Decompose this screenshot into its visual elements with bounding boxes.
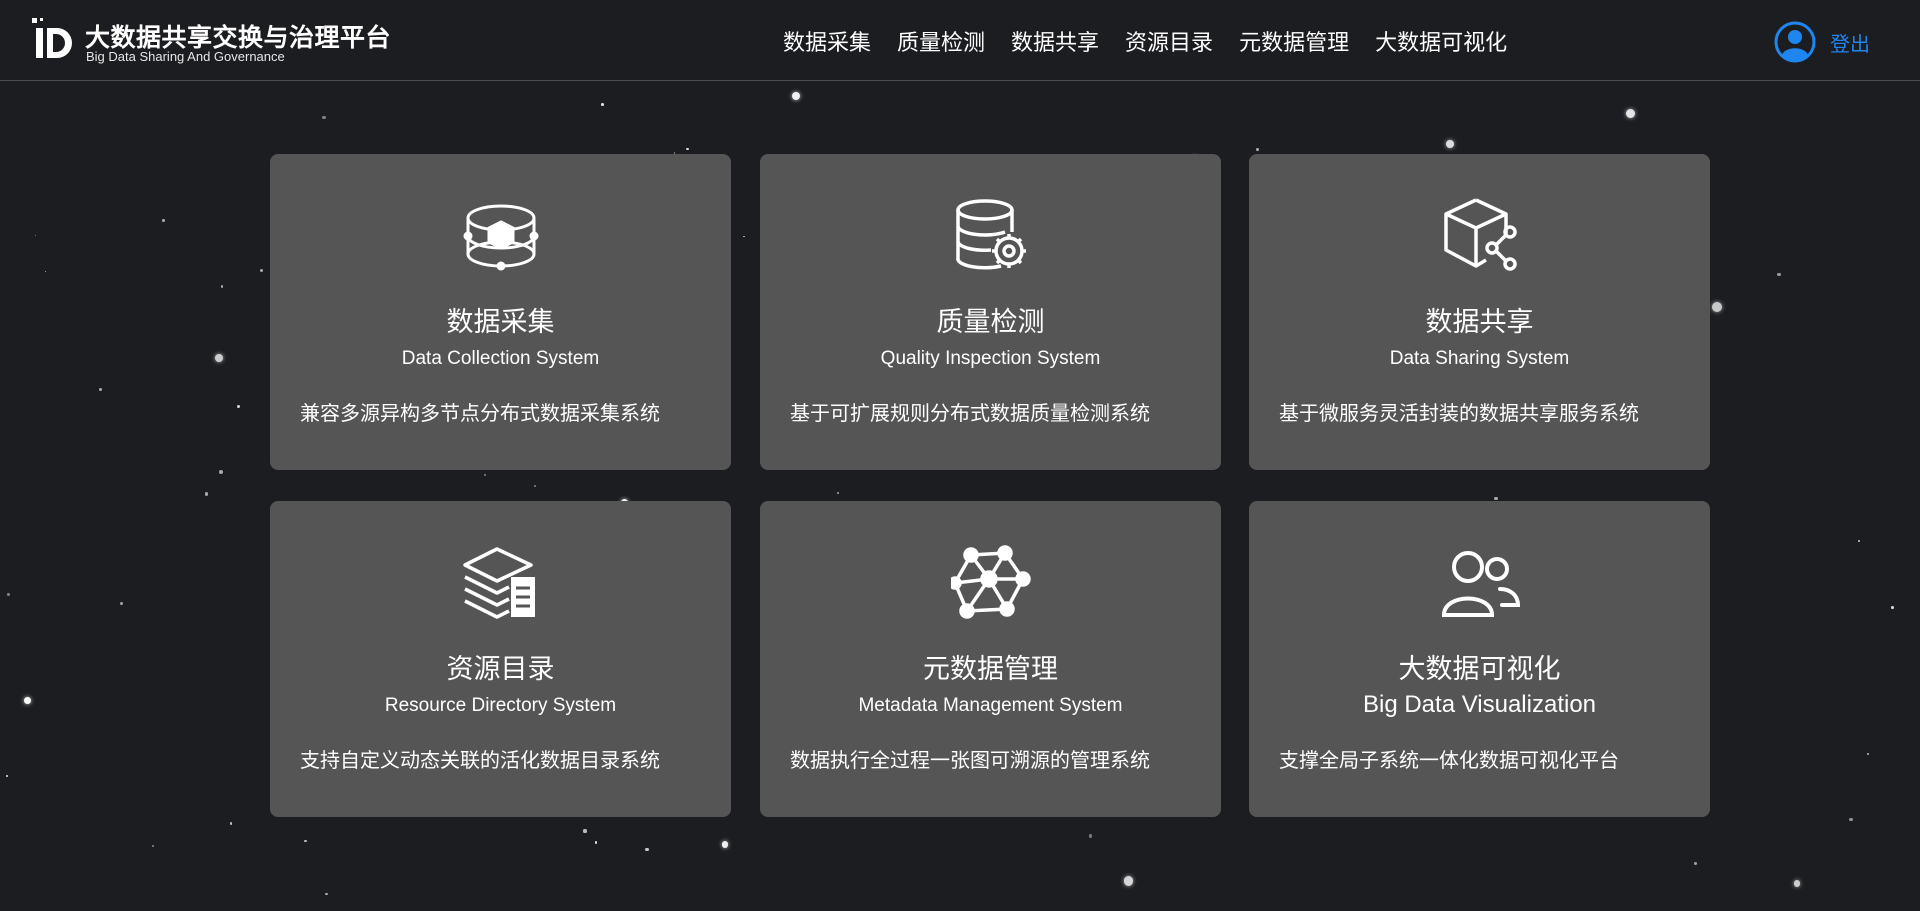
header: 大数据共享交换与治理平台 Big Data Sharing And Govern…: [0, 0, 1920, 81]
star: [325, 893, 328, 896]
star: [24, 697, 31, 704]
network-graph-icon: [950, 545, 1031, 619]
star: [645, 847, 649, 852]
star: [1857, 540, 1860, 542]
star: [120, 601, 124, 606]
card-quality-inspection[interactable]: 质量检测 Quality Inspection System 基于可扩展规则分布…: [760, 154, 1221, 470]
star: [686, 148, 689, 151]
card-description: 基于微服务灵活封装的数据共享服务系统: [1279, 401, 1639, 425]
card-description: 数据执行全过程一张图可溯源的管理系统: [790, 748, 1150, 772]
star: [162, 218, 166, 222]
star: [742, 235, 745, 238]
nav-item-resource-directory[interactable]: 资源目录: [1125, 25, 1213, 57]
card-title: 质量检测: [936, 307, 1045, 338]
database-gear-icon: [955, 199, 1026, 270]
card-subtitle: Quality Inspection System: [880, 348, 1101, 369]
star: [322, 115, 326, 120]
card-title: 大数据可视化: [1398, 654, 1561, 685]
card-subtitle: Data Sharing System: [1389, 348, 1570, 369]
nav-item-data-collection[interactable]: 数据采集: [783, 25, 871, 57]
card-subtitle: Big Data Visualization: [1362, 691, 1597, 718]
star: [204, 492, 209, 496]
star: [533, 485, 536, 488]
logout-link[interactable]: 登出: [1830, 28, 1870, 57]
users-icon: [1441, 551, 1520, 617]
card-title: 元数据管理: [923, 654, 1058, 685]
logo-icon: [32, 18, 72, 58]
star: [1711, 301, 1722, 312]
star: [98, 387, 103, 391]
star: [1866, 752, 1870, 756]
star: [1446, 139, 1455, 148]
star: [1849, 817, 1853, 822]
star: [1625, 108, 1636, 119]
star: [601, 102, 605, 106]
card-data-sharing[interactable]: 数据共享 Data Sharing System 基于微服务灵活封装的数据共享服…: [1249, 154, 1710, 470]
nav-item-big-data-visualization[interactable]: 大数据可视化: [1375, 25, 1507, 57]
star: [1494, 496, 1498, 501]
star: [218, 469, 223, 474]
card-title: 资源目录: [446, 654, 555, 685]
card-subtitle: Data Collection System: [401, 348, 600, 369]
card-big-data-visualization[interactable]: 大数据可视化 Big Data Visualization 支撑全局子系统一体化…: [1249, 501, 1710, 817]
star: [220, 285, 224, 288]
star: [583, 829, 587, 833]
stacked-layers-icon: [462, 547, 535, 619]
star: [837, 491, 840, 494]
card-title: 数据共享: [1425, 307, 1534, 338]
star: [792, 91, 801, 101]
star: [5, 775, 8, 778]
page: 大数据共享交换与治理平台 Big Data Sharing And Govern…: [0, 0, 1920, 911]
star: [1255, 147, 1260, 152]
nav-item-metadata-management[interactable]: 元数据管理: [1239, 25, 1349, 57]
card-metadata-management[interactable]: 元数据管理 Metadata Management System 数据执行全过程…: [760, 501, 1221, 817]
star: [1123, 876, 1134, 886]
star: [1693, 862, 1697, 866]
star: [484, 473, 487, 476]
card-description: 基于可扩展规则分布式数据质量检测系统: [790, 401, 1150, 425]
star: [34, 234, 37, 237]
main-nav: 数据采集 质量检测 数据共享 资源目录 元数据管理 大数据可视化: [783, 0, 1507, 81]
star: [721, 841, 729, 849]
card-description: 支撑全局子系统一体化数据可视化平台: [1279, 748, 1619, 772]
star: [44, 270, 47, 273]
star: [152, 844, 155, 847]
star: [595, 841, 598, 844]
star: [304, 839, 307, 842]
card-resource-directory[interactable]: 资源目录 Resource Directory System 支持自定义动态关联…: [270, 501, 731, 817]
star: [1777, 272, 1781, 277]
card-data-collection[interactable]: 数据采集 Data Collection System 兼容多源异构多节点分布式…: [270, 154, 731, 470]
user-area: 登出: [1774, 21, 1870, 63]
user-avatar-icon[interactable]: [1774, 21, 1816, 63]
star: [236, 404, 240, 408]
star: [259, 268, 263, 272]
card-subtitle: Metadata Management System: [858, 695, 1123, 716]
star: [229, 822, 233, 825]
logo[interactable]: 大数据共享交换与治理平台 Big Data Sharing And Govern…: [30, 16, 391, 66]
data-collection-icon: [463, 204, 538, 271]
card-description: 支持自定义动态关联的活化数据目录系统: [300, 748, 660, 772]
nav-item-data-sharing[interactable]: 数据共享: [1011, 25, 1099, 57]
star: [1890, 605, 1894, 609]
box-share-icon: [1443, 198, 1517, 271]
nav-item-quality-inspection[interactable]: 质量检测: [897, 25, 985, 57]
star: [215, 354, 223, 362]
card-title: 数据采集: [446, 307, 555, 338]
app-subtitle: Big Data Sharing And Governance: [86, 49, 285, 64]
card-description: 兼容多源异构多节点分布式数据采集系统: [300, 401, 660, 425]
star: [1793, 880, 1800, 887]
star: [1088, 834, 1093, 838]
card-subtitle: Resource Directory System: [384, 695, 617, 716]
star: [7, 593, 10, 596]
